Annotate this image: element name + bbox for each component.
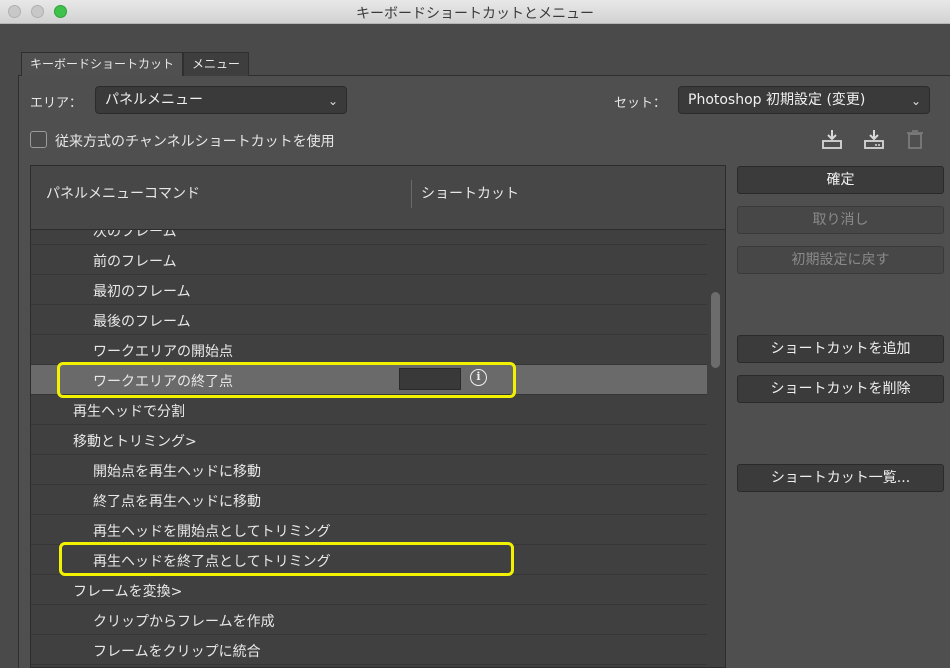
chevron-down-icon: ⌄ xyxy=(910,94,921,108)
trash-icon[interactable] xyxy=(903,127,927,151)
table-row[interactable]: クリップからフレームを作成 xyxy=(31,605,707,635)
table-row[interactable]: 終了点を再生ヘッドに移動 xyxy=(31,485,707,515)
command-label: クリップからフレームを作成 xyxy=(93,614,275,630)
column-header-shortcut: ショートカット xyxy=(421,186,519,202)
command-label: 開始点を再生ヘッドに移動 xyxy=(93,464,261,480)
command-list: 次のフレーム 前のフレーム 最初のフレーム 最後のフレーム ワークエリアの開始点… xyxy=(31,230,707,667)
area-select-value: パネルメニュー xyxy=(105,92,203,108)
set-select-value: Photoshop 初期設定 (変更) xyxy=(688,92,866,108)
window-title: キーボードショートカットとメニュー xyxy=(356,6,594,22)
legacy-channel-label: 従来方式のチャンネルショートカットを使用 xyxy=(55,134,335,150)
table-row[interactable]: 最初のフレーム xyxy=(31,275,707,305)
title-bar: キーボードショートカットとメニュー xyxy=(0,0,950,24)
command-label: 移動とトリミング> xyxy=(73,434,197,450)
set-label: セット： xyxy=(614,96,667,111)
command-label: 最後のフレーム xyxy=(93,314,191,330)
table-row[interactable]: 移動とトリミング> xyxy=(31,425,707,455)
command-label: 再生ヘッドを開始点としてトリミング xyxy=(93,524,331,540)
use-default-button[interactable]: 初期設定に戻す xyxy=(737,246,944,274)
area-select[interactable]: パネルメニュー ⌄ xyxy=(95,86,347,114)
dialog-body: キーボードショートカット メニュー エリア： パネルメニュー ⌄ セット： Ph… xyxy=(0,25,950,668)
command-label: 前のフレーム xyxy=(93,254,177,270)
scrollbar-thumb[interactable] xyxy=(711,292,720,368)
command-label: 再生ヘッドで分割 xyxy=(73,404,185,420)
table-row[interactable]: 次のフレーム xyxy=(31,230,707,245)
command-label: 再生ヘッドを終了点としてトリミング xyxy=(93,554,331,570)
chevron-down-icon: ⌄ xyxy=(327,94,338,108)
table-row-selected[interactable]: ワークエリアの終了点 i xyxy=(31,365,707,395)
table-row[interactable]: 最後のフレーム xyxy=(31,305,707,335)
summarize-button[interactable]: ショートカット一覧... xyxy=(737,464,944,492)
table-row[interactable]: フレームを変換> xyxy=(31,575,707,605)
column-divider xyxy=(411,180,412,208)
table-row[interactable]: 再生ヘッドを開始点としてトリミング xyxy=(31,515,707,545)
column-header-command: パネルメニューコマンド xyxy=(46,186,200,202)
ok-button[interactable]: 確定 xyxy=(737,166,944,194)
scrollbar[interactable] xyxy=(707,230,725,667)
legacy-channel-checkbox[interactable] xyxy=(30,131,47,148)
command-label: フレームをクリップに統合 xyxy=(93,644,261,660)
delete-shortcut-button[interactable]: ショートカットを削除 xyxy=(737,375,944,403)
shortcut-input[interactable] xyxy=(399,368,461,390)
save-set-icon[interactable] xyxy=(820,127,844,151)
command-label: ワークエリアの開始点 xyxy=(93,344,233,360)
table-row[interactable]: フレームをクリップに統合 xyxy=(31,635,707,665)
tab-bar: キーボードショートカット メニュー xyxy=(21,52,250,76)
command-label: ワークエリアの終了点 xyxy=(93,374,233,390)
info-icon[interactable]: i xyxy=(470,369,487,386)
command-label: 終了点を再生ヘッドに移動 xyxy=(93,494,261,510)
table-header: パネルメニューコマンド ショートカット xyxy=(31,166,725,230)
save-set-as-icon[interactable] xyxy=(862,127,886,151)
table-row[interactable]: 再生ヘッドで分割 xyxy=(31,395,707,425)
table-row[interactable]: 再生ヘッドを終了点としてトリミング xyxy=(31,545,707,575)
command-table: パネルメニューコマンド ショートカット 次のフレーム 前のフレーム 最初のフレー… xyxy=(30,165,726,668)
table-row[interactable]: ワークエリアの開始点 xyxy=(31,335,707,365)
tab-menus[interactable]: メニュー xyxy=(183,52,250,76)
table-row[interactable]: 開始点を再生ヘッドに移動 xyxy=(31,455,707,485)
undo-button[interactable]: 取り消し xyxy=(737,206,944,234)
command-label: フレームを変換> xyxy=(73,584,183,600)
table-row[interactable]: 前のフレーム xyxy=(31,245,707,275)
command-label: 次のフレーム xyxy=(93,230,177,240)
tab-keyboard-shortcuts[interactable]: キーボードショートカット xyxy=(21,52,184,76)
command-label: 最初のフレーム xyxy=(93,284,191,300)
add-shortcut-button[interactable]: ショートカットを追加 xyxy=(737,335,944,363)
set-select[interactable]: Photoshop 初期設定 (変更) ⌄ xyxy=(678,86,930,114)
area-label: エリア： xyxy=(30,96,83,111)
